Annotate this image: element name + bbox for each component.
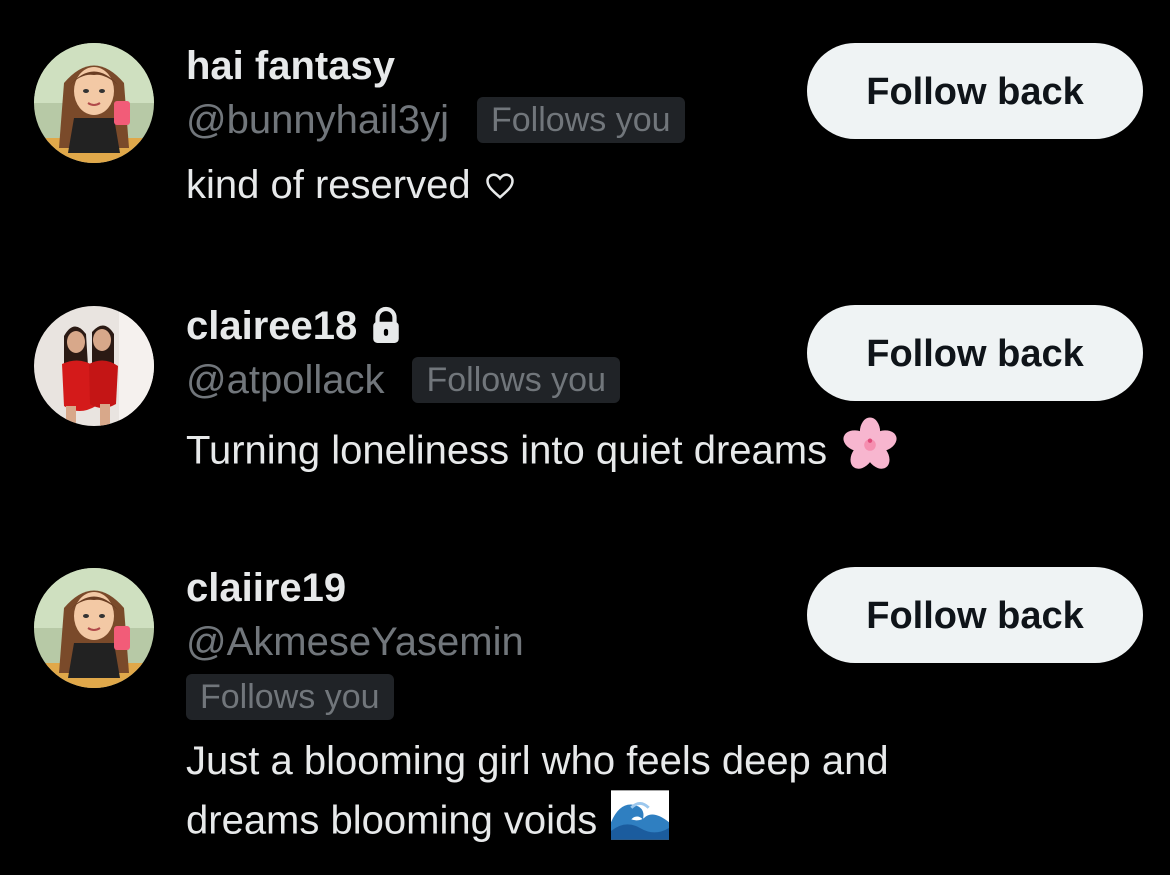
bio-text: kind of reserved bbox=[186, 163, 471, 207]
user-handle[interactable]: @bunnyhail3yj bbox=[186, 94, 449, 146]
follow-back-button[interactable]: Follow back bbox=[807, 43, 1143, 139]
user-row[interactable]: hai fantasy @bunnyhail3yj Follows you ki… bbox=[0, 0, 1170, 270]
avatar[interactable] bbox=[34, 568, 154, 688]
user-bio: kind of reserved bbox=[186, 156, 786, 216]
heart-outline-icon bbox=[485, 158, 515, 216]
avatar[interactable] bbox=[34, 43, 154, 163]
follows-you-badge: Follows you bbox=[186, 674, 394, 720]
user-row[interactable]: claiire19 @AkmeseYasemin Follows you Jus… bbox=[0, 540, 1170, 875]
display-name[interactable]: claiire19 bbox=[186, 564, 346, 612]
follows-you-badge: Follows you bbox=[477, 97, 685, 143]
user-handle[interactable]: @AkmeseYasemin bbox=[186, 616, 524, 668]
user-bio: Turning loneliness into quiet dreams bbox=[186, 416, 897, 490]
cherry-blossom-icon bbox=[841, 416, 899, 490]
bio-text: Turning loneliness into quiet dreams bbox=[186, 428, 828, 473]
lock-icon bbox=[369, 306, 403, 346]
bio-text-line-2: dreams blooming voids bbox=[186, 798, 598, 843]
follow-back-button[interactable]: Follow back bbox=[807, 567, 1143, 663]
follows-you-badge: Follows you bbox=[412, 357, 620, 403]
follow-back-button[interactable]: Follow back bbox=[807, 305, 1143, 401]
user-row[interactable]: clairee18 @atpollack Follows you Turning… bbox=[0, 270, 1170, 540]
user-bio: Just a blooming girl who feels deep and … bbox=[186, 732, 889, 856]
bio-text-line-1: Just a blooming girl who feels deep and bbox=[186, 739, 889, 783]
display-name[interactable]: hai fantasy bbox=[186, 42, 395, 90]
bio-text-line-2-wrapper: dreams blooming voids bbox=[186, 790, 786, 856]
wave-icon bbox=[611, 790, 670, 856]
avatar[interactable] bbox=[34, 306, 154, 426]
user-handle[interactable]: @atpollack bbox=[186, 354, 384, 406]
display-name[interactable]: clairee18 bbox=[186, 302, 357, 350]
